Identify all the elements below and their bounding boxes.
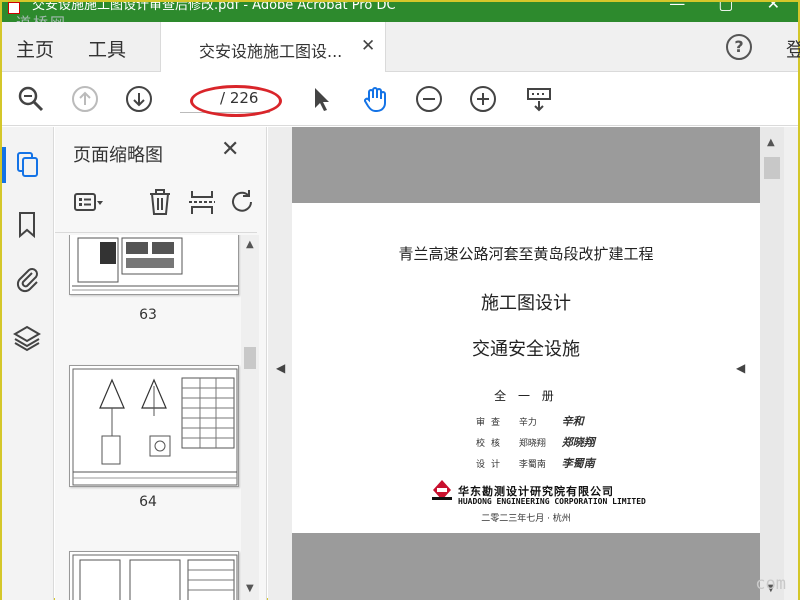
- document-subtitle: 交通安全设施: [472, 339, 580, 360]
- scroll-down-icon[interactable]: ▼: [246, 583, 254, 594]
- thumbnail-scroll-handle[interactable]: [244, 347, 256, 369]
- help-icon[interactable]: ?: [726, 34, 752, 60]
- volume-label: 全 一 册: [494, 389, 558, 403]
- project-name: 青兰高速公路河套至黄岛段改扩建工程: [398, 245, 654, 263]
- window-controls[interactable]: — ▢ ✕: [669, 2, 794, 12]
- delete-icon[interactable]: [145, 187, 175, 217]
- company-name-en: HUADONG ENGINEERING CORPORATION LIMITED: [458, 497, 646, 506]
- collapse-left-pane-icon[interactable]: ◀: [276, 361, 285, 375]
- document-scrollbar[interactable]: ▲ ▼: [760, 127, 784, 600]
- page-thumbnail[interactable]: [69, 551, 239, 600]
- tools-menu[interactable]: 工具: [88, 35, 126, 62]
- signer-row: 设计 李蜀南 李蜀南: [476, 457, 595, 470]
- right-gutter: [784, 127, 798, 600]
- page-thumbnail[interactable]: [69, 235, 239, 295]
- main-toolbar: / 226: [2, 72, 798, 126]
- document-date: 二零二三年七月 · 杭州: [481, 514, 571, 524]
- document-scroll-handle[interactable]: [764, 157, 780, 179]
- close-panel-icon[interactable]: ✕: [221, 137, 239, 162]
- thumbnail-page-label: 63: [139, 307, 157, 323]
- scroll-up-icon[interactable]: ▲: [246, 239, 254, 250]
- document-title: 施工图设计: [481, 293, 571, 314]
- login-button[interactable]: 登: [786, 35, 800, 62]
- zoom-in-icon[interactable]: [468, 84, 498, 114]
- thumbnail-scrollbar[interactable]: ▲ ▼: [241, 235, 259, 600]
- home-menu[interactable]: 主页: [16, 35, 54, 62]
- select-arrow-icon[interactable]: [306, 84, 336, 114]
- layers-icon[interactable]: [12, 323, 42, 353]
- document-tab[interactable]: 交安设施施工图设... ✕: [160, 22, 386, 72]
- expand-right-pane-icon[interactable]: ◀: [736, 361, 745, 375]
- page-display-icon[interactable]: [524, 84, 554, 114]
- attachment-icon[interactable]: [12, 263, 42, 293]
- company-logo-icon: [432, 480, 452, 500]
- tab-bar: 主页 工具 交安设施施工图设... ✕ ? 登: [2, 22, 800, 72]
- thumbnails-panel: 页面缩略图 ✕ 63 64 ▲ ▼: [55, 127, 267, 600]
- left-rail: [2, 127, 54, 600]
- options-menu-icon[interactable]: [73, 187, 103, 217]
- panel-title: 页面缩略图: [73, 145, 163, 166]
- signer-row: 校核 郑晓翔 郑晓翔: [476, 436, 595, 449]
- watermark-bottom-right: com: [755, 574, 786, 594]
- zoom-search-icon[interactable]: [16, 84, 46, 114]
- page-number-annotation-ellipse: [190, 85, 282, 117]
- next-page-icon[interactable]: [124, 84, 154, 114]
- zoom-out-icon[interactable]: [414, 84, 444, 114]
- pdf-page: 青兰高速公路河套至黄岛段改扩建工程 施工图设计 交通安全设施 全 一 册 审查 …: [292, 203, 760, 533]
- thumbnail-list: 63 64: [55, 235, 241, 600]
- page-thumbnail[interactable]: [69, 365, 239, 487]
- signature: 李蜀南: [561, 457, 595, 470]
- document-tab-label: 交安设施施工图设...: [199, 42, 343, 61]
- signature: 郑晓翔: [561, 436, 595, 449]
- page-thumbnails-icon[interactable]: [12, 149, 42, 179]
- close-tab-icon[interactable]: ✕: [361, 36, 375, 56]
- title-bar: 交安设施施工图设计审查后修改.pdf - Adobe Acrobat Pro D…: [2, 2, 798, 22]
- scroll-up-icon[interactable]: ▲: [767, 137, 775, 148]
- signature: 辛和: [561, 415, 584, 428]
- panel-toolbar: [55, 177, 257, 233]
- window-title: 交安设施施工图设计审查后修改.pdf - Adobe Acrobat Pro D…: [32, 2, 396, 13]
- thumbnail-page-label: 64: [139, 494, 157, 510]
- prev-page-icon[interactable]: [70, 84, 100, 114]
- hand-tool-icon[interactable]: [360, 84, 390, 114]
- bookmark-icon[interactable]: [12, 209, 42, 239]
- signer-row: 审查 辛力 辛和: [476, 415, 584, 428]
- active-indicator: [2, 147, 6, 183]
- rotate-icon[interactable]: [227, 187, 257, 217]
- split-page-icon[interactable]: [187, 187, 217, 217]
- document-view: ◀ 青兰高速公路河套至黄岛段改扩建工程 施工图设计 交通安全设施 全 一 册 审…: [268, 127, 798, 600]
